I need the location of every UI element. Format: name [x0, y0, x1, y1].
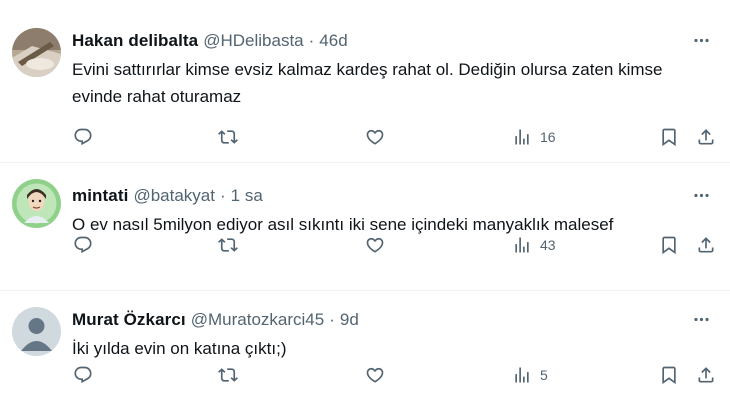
tweet-time[interactable]: 9d — [340, 310, 359, 330]
views-button[interactable]: 16 — [512, 124, 556, 150]
author-handle[interactable]: @batakyat — [133, 186, 215, 206]
header-separator: · — [329, 310, 335, 329]
views-bar-chart-icon — [512, 365, 532, 385]
tweet-time[interactable]: 46d — [319, 31, 347, 51]
bookmark-button[interactable] — [659, 362, 679, 388]
author-name[interactable]: Murat Özkarcı — [72, 310, 186, 330]
default-avatar-icon — [12, 307, 61, 356]
reply-feed: Hakan delibalta @HDelibasta · 46d Evini … — [0, 0, 730, 420]
heart-icon — [365, 235, 385, 255]
tweet-text: Evini sattırırlar kimse evsiz kalmaz kar… — [72, 60, 663, 106]
retweet-button[interactable] — [218, 124, 238, 150]
retweet-icon — [218, 235, 238, 255]
share-icon — [696, 365, 716, 385]
tweet[interactable]: Murat Özkarcı @Muratozkarci45 · 9d İki y… — [0, 291, 730, 420]
views-bar-chart-icon — [512, 235, 532, 255]
tweet-header: Hakan delibalta @HDelibasta · 46d — [72, 30, 718, 52]
header-separator: · — [308, 31, 315, 50]
bookmark-button[interactable] — [659, 124, 679, 150]
reply-button[interactable] — [73, 232, 93, 258]
photo-avatar-icon — [12, 28, 61, 77]
views-count: 16 — [540, 129, 556, 145]
reply-icon — [73, 365, 93, 385]
tweet[interactable]: Hakan delibalta @HDelibasta · 46d Evini … — [0, 0, 730, 163]
views-bar-chart-icon — [512, 127, 532, 147]
reply-icon — [73, 235, 93, 255]
tweet-content: Hakan delibalta @HDelibasta · 46d Evini … — [72, 30, 718, 110]
share-button[interactable] — [696, 124, 716, 150]
avatar[interactable] — [12, 179, 61, 228]
views-count: 5 — [540, 367, 548, 383]
author-handle[interactable]: @Muratozkarci45 — [191, 310, 324, 330]
bookmark-icon — [659, 127, 679, 147]
views-button[interactable]: 43 — [512, 232, 556, 258]
share-icon — [696, 127, 716, 147]
header-separator: · — [219, 186, 226, 205]
bookmark-button[interactable] — [659, 232, 679, 258]
like-button[interactable] — [365, 232, 385, 258]
cartoon-avatar-icon — [12, 179, 61, 228]
tweet-text: İki yılda evin on katına çıktı;) — [72, 339, 287, 358]
avatar[interactable] — [12, 307, 61, 356]
avatar[interactable] — [12, 28, 61, 77]
bookmark-icon — [659, 235, 679, 255]
retweet-button[interactable] — [218, 232, 238, 258]
more-icon[interactable] — [688, 27, 714, 53]
retweet-icon — [218, 127, 238, 147]
tweet-actions: 16 — [72, 124, 722, 150]
views-count: 43 — [540, 237, 556, 253]
tweet-content: mintati @batakyat · 1 sa O ev nasıl 5mil… — [72, 185, 718, 238]
author-name[interactable]: Hakan delibalta — [72, 31, 198, 51]
bookmark-icon — [659, 365, 679, 385]
share-button[interactable] — [696, 362, 716, 388]
tweet-header: Murat Özkarcı @Muratozkarci45 · 9d — [72, 309, 718, 331]
heart-icon — [365, 365, 385, 385]
tweet-time[interactable]: 1 sa — [231, 186, 263, 206]
tweet[interactable]: mintati @batakyat · 1 sa O ev nasıl 5mil… — [0, 163, 730, 291]
retweet-icon — [218, 365, 238, 385]
more-icon[interactable] — [688, 182, 714, 208]
like-button[interactable] — [365, 124, 385, 150]
reply-button[interactable] — [73, 362, 93, 388]
heart-icon — [365, 127, 385, 147]
author-name[interactable]: mintati — [72, 186, 128, 206]
reply-icon — [73, 127, 93, 147]
share-icon — [696, 235, 716, 255]
retweet-button[interactable] — [218, 362, 238, 388]
views-button[interactable]: 5 — [512, 362, 548, 388]
reply-button[interactable] — [73, 124, 93, 150]
author-handle[interactable]: @HDelibasta — [203, 31, 303, 51]
tweet-actions: 43 — [72, 232, 722, 258]
tweet-actions: 5 — [72, 362, 722, 388]
tweet-content: Murat Özkarcı @Muratozkarci45 · 9d İki y… — [72, 309, 718, 362]
more-icon[interactable] — [688, 306, 714, 332]
tweet-header: mintati @batakyat · 1 sa — [72, 185, 718, 207]
share-button[interactable] — [696, 232, 716, 258]
like-button[interactable] — [365, 362, 385, 388]
